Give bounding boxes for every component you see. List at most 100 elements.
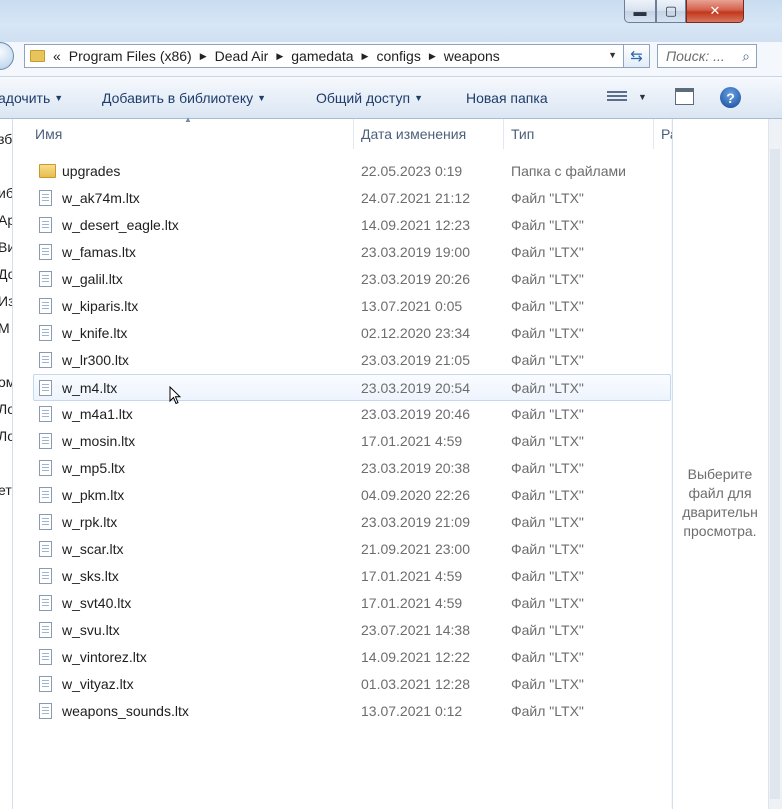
file-icon	[39, 676, 52, 692]
file-row[interactable]: w_sks.ltx 17.01.2021 4:59 Файл "LTX"	[13, 563, 671, 590]
file-date: 17.01.2021 4:59	[361, 433, 463, 449]
breadcrumb-item[interactable]: configs	[376, 48, 420, 64]
file-date: 23.03.2019 20:54	[361, 380, 470, 396]
file-type: Файл "LTX"	[511, 380, 584, 396]
file-row[interactable]: w_scar.ltx 21.09.2021 23:00 Файл "LTX"	[13, 536, 671, 563]
refresh-button[interactable]: ⇆	[624, 44, 650, 68]
scrollbar[interactable]	[768, 119, 782, 809]
nav-item[interactable]: Из	[0, 293, 12, 309]
search-box[interactable]: Поиск: ... ⌕	[657, 44, 757, 68]
file-name: w_scar.ltx	[62, 541, 124, 557]
folder-icon	[39, 163, 56, 178]
file-type: Файл "LTX"	[511, 325, 584, 341]
file-name: w_kiparis.ltx	[62, 298, 139, 314]
file-row[interactable]: w_mosin.ltx 17.01.2021 4:59 Файл "LTX"	[13, 428, 671, 455]
address-dropdown-icon[interactable]: ▼	[608, 50, 617, 60]
breadcrumb-separator-icon[interactable]: ▶	[200, 51, 207, 62]
breadcrumb-separator-icon[interactable]: ▶	[362, 51, 369, 62]
file-row[interactable]: w_galil.ltx 23.03.2019 20:26 Файл "LTX"	[13, 266, 671, 293]
file-date: 23.07.2021 14:38	[361, 622, 470, 638]
views-icon[interactable]	[607, 91, 627, 105]
column-header-type[interactable]: Тип	[511, 126, 534, 142]
file-row[interactable]: w_m4a1.ltx 23.03.2019 20:46 Файл "LTX"	[13, 401, 671, 428]
file-row[interactable]: w_vityaz.ltx 01.03.2021 12:28 Файл "LTX"	[13, 671, 671, 698]
file-row[interactable]: w_desert_eagle.ltx 14.09.2021 12:23 Файл "…	[13, 212, 671, 239]
file-row[interactable]: w_pkm.ltx 04.09.2020 22:26 Файл "LTX"	[13, 482, 671, 509]
file-icon	[39, 460, 52, 476]
nav-item[interactable]: М	[0, 320, 10, 336]
file-type: Файл "LTX"	[511, 244, 584, 260]
breadcrumb-item[interactable]: Dead Air	[215, 48, 269, 64]
file-type: Файл "LTX"	[511, 298, 584, 314]
preview-message: Выберите файл для дварительн просмотра.	[673, 465, 767, 541]
file-row[interactable]: w_ak74m.ltx 24.07.2021 21:12 Файл "LTX"	[13, 185, 671, 212]
file-date: 01.03.2021 12:28	[361, 676, 470, 692]
file-name: w_svu.ltx	[62, 622, 120, 638]
scrollbar-thumb[interactable]	[770, 149, 780, 799]
close-button[interactable]: ✕	[686, 0, 744, 23]
file-icon	[39, 433, 52, 449]
file-row[interactable]: w_lr300.ltx 23.03.2019 21:05 Файл "LTX"	[13, 347, 671, 374]
search-input[interactable]: Поиск: ...	[666, 48, 725, 64]
column-header-date[interactable]: Дата изменения	[361, 126, 466, 142]
nav-item[interactable]: Ар	[0, 212, 12, 228]
nav-item[interactable]: Ло	[0, 428, 12, 444]
nav-item[interactable]: До	[0, 266, 12, 282]
nav-item[interactable]: иб	[0, 185, 12, 201]
file-icon	[39, 352, 52, 368]
file-row[interactable]: weapons_sounds.ltx 13.07.2021 0:12 Файл "L…	[13, 698, 671, 725]
file-date: 14.09.2021 12:22	[361, 649, 470, 665]
organize-button[interactable]: адочить ▼	[0, 90, 63, 106]
file-row[interactable]: w_knife.ltx 02.12.2020 23:34 Файл "LTX"	[13, 320, 671, 347]
file-row[interactable]: w_m4.ltx 23.03.2019 20:54 Файл "LTX"	[33, 374, 671, 401]
breadcrumb-separator-icon[interactable]: ▶	[276, 51, 283, 62]
breadcrumb-separator-icon[interactable]: ▶	[429, 51, 436, 62]
file-date: 23.03.2019 20:26	[361, 271, 470, 287]
file-type: Файл "LTX"	[511, 433, 584, 449]
nav-item[interactable]: Ло	[0, 401, 12, 417]
file-name: w_rpk.ltx	[62, 514, 118, 530]
breadcrumb-overflow[interactable]: «	[53, 48, 61, 64]
file-row[interactable]: w_vintorez.ltx 14.09.2021 12:22 Файл "LTX"	[13, 644, 671, 671]
column-divider[interactable]	[503, 119, 504, 149]
file-date: 02.12.2020 23:34	[361, 325, 470, 341]
new-folder-button[interactable]: Новая папка	[466, 90, 548, 106]
nav-item[interactable]: ет	[0, 482, 12, 498]
preview-pane-button[interactable]	[675, 88, 694, 105]
folder-icon	[30, 50, 45, 62]
breadcrumb-item[interactable]: gamedata	[291, 48, 353, 64]
file-row[interactable]: w_rpk.ltx 23.03.2019 21:09 Файл "LTX"	[13, 509, 671, 536]
help-button[interactable]: ?	[720, 87, 741, 108]
column-divider[interactable]	[653, 119, 654, 149]
file-row[interactable]: w_mp5.ltx 23.03.2019 20:38 Файл "LTX"	[13, 455, 671, 482]
file-date: 23.03.2019 19:00	[361, 244, 470, 260]
back-button[interactable]	[0, 42, 14, 70]
address-bar[interactable]: « Program Files (x86) ▶ Dead Air ▶ gamedata ▶…	[24, 44, 624, 68]
maximize-button[interactable]: ▢	[656, 0, 686, 23]
file-type: Файл "LTX"	[511, 703, 584, 719]
nav-item[interactable]: ом	[0, 374, 12, 390]
file-name: w_mosin.ltx	[62, 433, 136, 449]
file-name: w_ak74m.ltx	[62, 190, 140, 206]
file-date: 13.07.2021 0:12	[361, 703, 463, 719]
column-divider[interactable]	[353, 119, 354, 149]
file-row[interactable]: w_famas.ltx 23.03.2019 19:00 Файл "LTX"	[13, 239, 671, 266]
nav-item[interactable]: зб	[0, 131, 12, 147]
views-dropdown-icon[interactable]: ▼	[638, 92, 647, 102]
minimize-button[interactable]: ▬	[624, 0, 656, 23]
column-header-name[interactable]: Имя	[35, 126, 62, 142]
file-date: 23.03.2019 21:09	[361, 514, 470, 530]
folder-row[interactable]: upgrades 22.05.2023 0:19 Папка с файлами	[13, 158, 671, 185]
chevron-down-icon: ▼	[54, 93, 64, 103]
file-row[interactable]: w_kiparis.ltx 13.07.2021 0:05 Файл "LTX"	[13, 293, 671, 320]
share-button[interactable]: Общий доступ ▼	[316, 90, 423, 106]
file-row[interactable]: w_svt40.ltx 17.01.2021 4:59 Файл "LTX"	[13, 590, 671, 617]
breadcrumb-item[interactable]: Program Files (x86)	[69, 48, 192, 64]
nav-item[interactable]: Ви	[0, 239, 12, 255]
breadcrumb-item[interactable]: weapons	[444, 48, 500, 64]
file-row[interactable]: w_svu.ltx 23.07.2021 14:38 Файл "LTX"	[13, 617, 671, 644]
title-bar: ▬ ▢ ✕	[0, 0, 782, 42]
file-name: w_pkm.ltx	[62, 487, 125, 503]
add-to-library-button[interactable]: Добавить в библиотеку ▼	[102, 90, 266, 106]
new-folder-label: Новая папка	[466, 90, 548, 106]
